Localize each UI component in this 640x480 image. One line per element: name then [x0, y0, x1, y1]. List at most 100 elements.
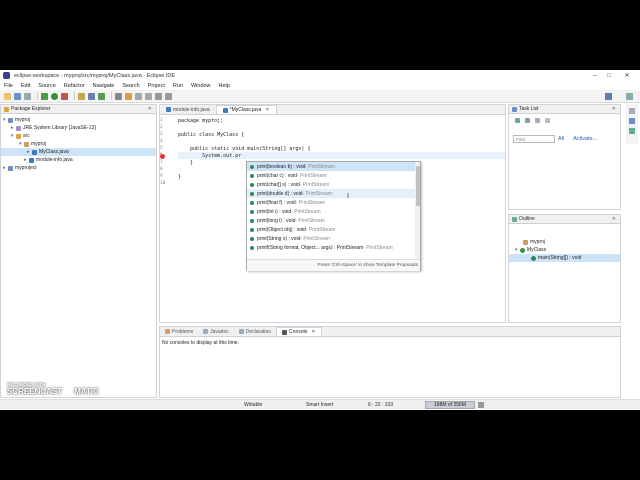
close-icon[interactable]: ✕	[148, 106, 152, 112]
close-icon[interactable]: ✕	[612, 216, 616, 222]
outline-icon	[512, 216, 517, 222]
tab-module-info[interactable]: module-info.java	[160, 105, 216, 114]
heap-status[interactable]: 188M of 256M	[425, 401, 475, 409]
sync-icon[interactable]	[545, 118, 550, 123]
tab-label: Declaration	[245, 328, 272, 335]
proposal-item[interactable]: print(String s) : void - PrintStream	[247, 234, 420, 243]
perspective-debug-icon[interactable]	[626, 93, 633, 100]
previous-annotation-icon[interactable]	[145, 92, 152, 100]
forward-icon[interactable]	[165, 92, 172, 100]
letterbox-top	[0, 0, 640, 70]
tab-label: Problems	[172, 328, 194, 335]
tab-myclass[interactable]: *MyClass.java ✕	[215, 105, 277, 114]
collapse-icon[interactable]	[535, 118, 540, 123]
tree-item-label: MyClass.java	[39, 149, 69, 155]
menu-navigate[interactable]: Navigate	[93, 83, 115, 89]
proposal-list[interactable]: print(boolean b) : void - PrintStream pr…	[247, 162, 420, 259]
error-marker-icon[interactable]	[160, 154, 165, 159]
next-annotation-icon[interactable]	[135, 92, 142, 100]
new-class-icon[interactable]	[98, 92, 105, 100]
proposal-owner: - PrintStream	[302, 190, 333, 197]
tab-declaration[interactable]: Declaration	[234, 327, 276, 336]
status-cursor-position: 6 : 22 : 103	[368, 402, 394, 408]
external-tools-icon[interactable]	[61, 92, 68, 100]
back-icon[interactable]	[155, 92, 162, 100]
outline-tab[interactable]: Outline	[519, 216, 535, 222]
tree-item-src[interactable]: ▾ src	[1, 132, 156, 140]
menu-edit[interactable]: Edit	[21, 83, 30, 89]
new-icon[interactable]	[4, 92, 11, 100]
line-number-ruler: 1 2 3 4 5 6 7 8 9 10	[160, 117, 172, 187]
menu-run[interactable]: Run	[173, 83, 183, 89]
proposal-item[interactable]: print(float f) : void - PrintStream	[247, 198, 420, 207]
search-icon[interactable]	[125, 92, 132, 100]
tree-item-myclass[interactable]: ▸ MyClass.java	[1, 148, 156, 156]
proposal-item[interactable]: print(Object obj) : void - PrintStream	[247, 225, 420, 234]
proposal-scrollbar[interactable]	[415, 162, 420, 259]
outline-item-method[interactable]: main(String[]) : void	[509, 254, 620, 262]
proposal-owner: - PrintStream	[297, 172, 327, 179]
close-icon[interactable]: ✕	[311, 329, 315, 335]
menu-search[interactable]: Search	[122, 83, 139, 89]
proposal-signature: print(long l) : void	[257, 217, 296, 224]
tab-problems[interactable]: Problems	[160, 327, 198, 336]
menu-project[interactable]: Project	[148, 83, 165, 89]
tree-item-jre[interactable]: ▸ JRE System Library [JavaSE-13]	[1, 124, 156, 132]
task-list-panel: Task List ✕ All Activate...	[508, 104, 621, 210]
outline-trim-icon[interactable]	[629, 128, 635, 134]
new-java-project-icon[interactable]	[78, 92, 85, 100]
package-explorer-tab[interactable]: Package Explorer	[11, 106, 50, 112]
activate-link[interactable]: Activate...	[573, 136, 597, 142]
tab-label: module-info.java	[173, 106, 210, 113]
tab-javadoc[interactable]: Javadoc	[198, 327, 234, 336]
task-find-input[interactable]	[513, 135, 555, 143]
all-link[interactable]: All	[558, 136, 564, 142]
close-button[interactable]: ✕	[612, 70, 640, 81]
outline-item-package[interactable]: myproj	[509, 238, 620, 246]
menu-refactor[interactable]: Refactor	[64, 83, 85, 89]
save-all-icon[interactable]	[24, 92, 31, 100]
close-icon[interactable]: ✕	[265, 107, 269, 113]
right-trim-stack	[626, 104, 638, 144]
menu-help[interactable]: Help	[219, 83, 230, 89]
proposal-item[interactable]: print(char c) : void - PrintStream	[247, 171, 420, 180]
task-list-tab[interactable]: Task List	[519, 106, 538, 112]
save-icon[interactable]	[14, 92, 21, 100]
proposal-signature: print(boolean b) : void	[257, 163, 306, 170]
tree-item-package[interactable]: ▾ myproj	[1, 140, 156, 148]
proposal-item[interactable]: print(long l) : void - PrintStream	[247, 216, 420, 225]
scrollbar-thumb[interactable]	[415, 166, 420, 206]
menu-file[interactable]: File	[4, 83, 13, 89]
close-icon[interactable]: ✕	[612, 106, 616, 112]
run-icon[interactable]	[51, 92, 58, 100]
proposal-item[interactable]: print(int i) : void - PrintStream	[247, 207, 420, 216]
proposal-item[interactable]: print(boolean b) : void - PrintStream	[247, 162, 420, 171]
new-task-icon[interactable]	[515, 118, 520, 123]
trash-icon[interactable]	[478, 402, 484, 408]
tab-console[interactable]: Console ✕	[276, 327, 322, 336]
code-line-current: System.out.pr	[178, 152, 505, 159]
proposal-item[interactable]: print(char[] s) : void - PrintStream	[247, 180, 420, 189]
open-type-icon[interactable]	[115, 92, 122, 100]
package-icon	[24, 141, 29, 147]
filter-icon[interactable]	[525, 118, 530, 123]
proposal-item-hovered[interactable]: print(double d) : void - PrintStream	[247, 189, 420, 198]
line-number: 4	[160, 139, 163, 144]
restore-icon[interactable]	[629, 108, 635, 114]
code-line: public static void main(String[] args) {	[178, 145, 311, 152]
tree-item-myproj[interactable]: ▾ myproj	[1, 116, 156, 124]
tree-item-myproject[interactable]: ▸ myproject	[1, 164, 156, 172]
new-package-icon[interactable]	[88, 92, 95, 100]
menu-source[interactable]: Source	[38, 83, 55, 89]
proposal-owner: - PrintStream	[305, 226, 336, 233]
proposal-owner: - PrintStream	[300, 235, 330, 242]
menu-window[interactable]: Window	[191, 83, 211, 89]
proposal-item[interactable]: printf(String format, Object... args) : …	[247, 243, 420, 252]
class-icon	[520, 247, 525, 253]
tree-item-module-info[interactable]: ▸ module-info.java	[1, 156, 156, 164]
perspective-java-icon[interactable]	[605, 93, 612, 100]
outline-item-label: main(String[]) : void	[538, 255, 582, 261]
task-list-trim-icon[interactable]	[629, 118, 635, 124]
outline-item-class[interactable]: ▾ MyClass	[509, 246, 620, 254]
debug-icon[interactable]	[41, 92, 48, 100]
